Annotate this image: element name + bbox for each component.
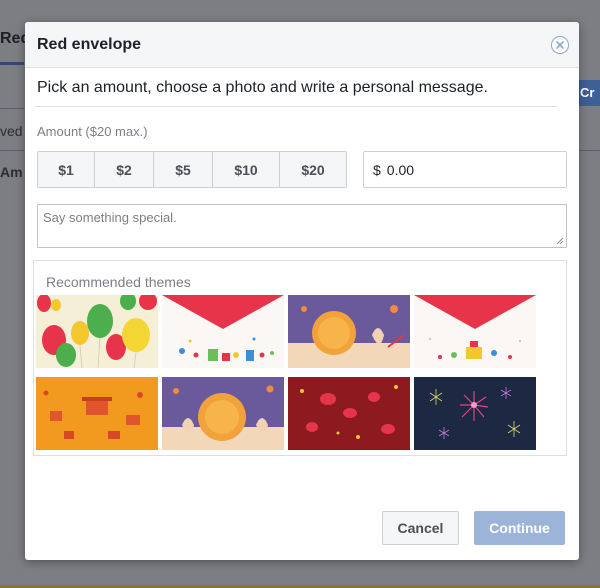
intro-divider	[35, 106, 557, 107]
theme-balloons[interactable]	[36, 295, 158, 368]
theme-mooncake-rabbit-2[interactable]	[162, 377, 284, 450]
continue-button[interactable]: Continue	[474, 511, 565, 545]
theme-red-lanterns[interactable]	[288, 377, 410, 450]
themes-grid	[36, 295, 536, 450]
dialog-header: Red envelope	[25, 22, 579, 68]
background-tab-underline	[0, 62, 24, 65]
message-textarea[interactable]: Say something special.	[37, 204, 567, 248]
resize-handle-icon[interactable]	[556, 237, 564, 245]
dialog-title: Red envelope	[37, 36, 142, 53]
theme-orange-festival[interactable]	[36, 377, 158, 450]
background-divider	[576, 150, 600, 151]
amount-2-button[interactable]: $2	[95, 152, 154, 187]
message-placeholder: Say something special.	[43, 210, 177, 225]
background-column-header: Am	[0, 164, 23, 180]
amount-label: Amount ($20 max.)	[37, 124, 148, 139]
close-button[interactable]	[551, 36, 569, 54]
amount-value: 0.00	[386, 161, 415, 178]
theme-red-envelope-party[interactable]	[162, 295, 284, 368]
background-row-text: ved	[0, 123, 23, 139]
theme-red-envelope-gifts[interactable]	[414, 295, 536, 368]
amount-input[interactable]: $ 0.00	[363, 151, 567, 188]
background-divider	[0, 108, 24, 109]
background-create-button: Cr	[576, 80, 600, 106]
themes-label: Recommended themes	[46, 274, 191, 290]
amount-20-button[interactable]: $20	[280, 152, 346, 187]
dialog-intro-text: Pick an amount, choose a photo and write…	[37, 79, 488, 96]
amount-5-button[interactable]: $5	[154, 152, 213, 187]
theme-mooncake-rabbit[interactable]	[288, 295, 410, 368]
amount-10-button[interactable]: $10	[213, 152, 280, 187]
theme-fireworks[interactable]	[414, 377, 536, 450]
amount-selector: $1 $2 $5 $10 $20	[37, 151, 347, 188]
recommended-themes-panel: Recommended themes	[33, 260, 567, 456]
currency-symbol: $	[373, 161, 381, 178]
cancel-button[interactable]: Cancel	[382, 511, 459, 545]
close-circle-icon	[556, 41, 564, 49]
background-divider	[0, 150, 24, 151]
red-envelope-dialog: Red envelope Pick an amount, choose a ph…	[25, 22, 579, 560]
amount-1-button[interactable]: $1	[38, 152, 95, 187]
